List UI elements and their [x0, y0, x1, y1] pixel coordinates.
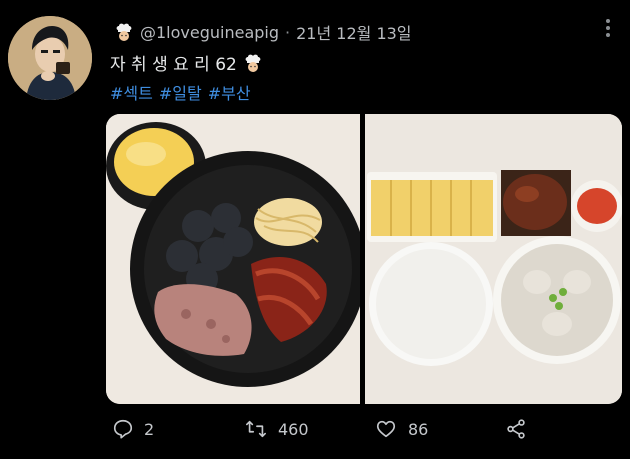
tweet-date[interactable]: 21년 12월 13일 [296, 20, 411, 44]
share-icon [507, 419, 525, 439]
share-button[interactable] [504, 418, 538, 440]
reply-icon [113, 419, 133, 439]
avatar-illustration [8, 16, 92, 100]
hashtag-link[interactable]: #일탈 [159, 84, 202, 103]
chef-emoji-icon [116, 23, 132, 41]
retweet-icon [246, 420, 266, 438]
tweet-header: @1loveguineapig · 21년 12월 13일 [114, 20, 412, 44]
action-bar: 2 460 86 [106, 418, 622, 452]
separator-dot: · [285, 22, 291, 42]
retweet-count: 460 [278, 419, 309, 439]
like-icon [376, 420, 396, 438]
more-icon[interactable] [604, 16, 612, 42]
user-handle[interactable]: @1loveguineapig [140, 23, 279, 42]
bowl-photo-illustration [106, 114, 366, 404]
food-photo-bowl[interactable] [106, 114, 366, 404]
like-button[interactable]: 86 [374, 418, 428, 440]
retweet-button[interactable]: 460 [244, 418, 309, 440]
reply-count: 2 [144, 419, 155, 439]
table-photo-illustration [365, 114, 622, 404]
food-photo-table[interactable] [365, 114, 622, 404]
hashtag-link[interactable]: #부산 [208, 84, 251, 103]
reply-button[interactable]: 2 [112, 418, 154, 440]
avatar[interactable] [8, 16, 92, 100]
tweet-media[interactable] [106, 114, 622, 404]
chef-emoji-icon [245, 54, 261, 72]
tweet-text: 자 취 생 요 리 62 [110, 55, 237, 75]
like-count: 86 [408, 419, 429, 439]
hashtag-link[interactable]: #섹트 [110, 84, 153, 103]
hashtags: #섹트 #일탈 #부산 [110, 80, 257, 104]
tweet-text-line: 자 취 생 요 리 62 [110, 50, 269, 75]
